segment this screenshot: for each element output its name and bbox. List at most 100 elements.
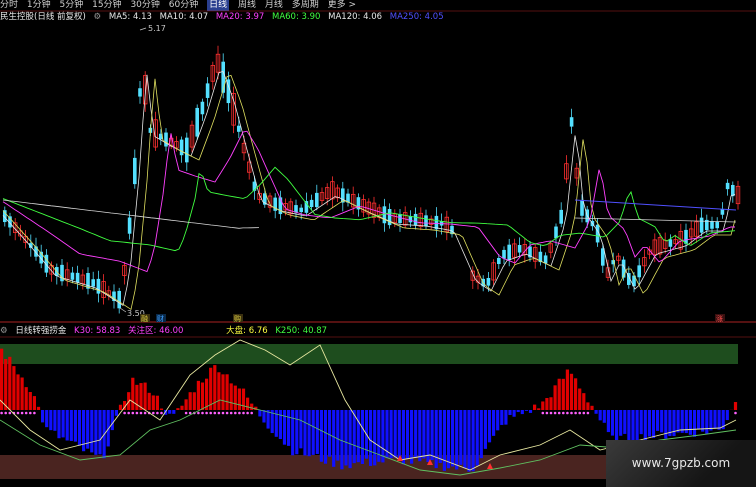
candle-body (200, 101, 205, 115)
oscillator-bar-down (475, 410, 479, 466)
oscillator-bar-up (241, 388, 246, 410)
candle-body (637, 265, 641, 278)
oscillator-bar-down (110, 410, 114, 431)
candle-body (517, 245, 522, 253)
signal-dot (578, 411, 581, 415)
candle-body (117, 290, 121, 309)
oscillator-bar-down (496, 410, 500, 431)
oscillator-bar-down (323, 410, 328, 464)
candle-body (424, 215, 428, 227)
oscillator-bar-down (360, 410, 364, 464)
oscillator-bar-down (114, 410, 118, 416)
marker-zhang[interactable]: 涨 (716, 314, 723, 323)
oscillator-bar-down (41, 410, 45, 423)
moving-average-lines (2, 70, 737, 311)
oscillator-bar-up (582, 393, 586, 410)
oscillator-bar-down (610, 410, 615, 436)
signal-dot (143, 411, 147, 415)
signal-dot (135, 411, 139, 415)
signal-dot (545, 411, 549, 415)
oscillator-bar-down (606, 410, 610, 433)
oscillator-bar-down (430, 410, 434, 461)
oscillator-bar-down (631, 410, 635, 442)
signal-dot (131, 411, 135, 415)
oscillator-bar-down (303, 410, 307, 456)
oscillator-bar-down (508, 410, 512, 415)
signal-dot (557, 411, 561, 415)
oscillator-bar-down (282, 410, 287, 445)
signal-dot (734, 411, 737, 415)
oscillator-bar-up (574, 378, 578, 410)
signal-dot (217, 411, 221, 415)
oscillator-bar-down (664, 410, 668, 439)
oscillator-bar-down (434, 410, 438, 469)
oscillator-bar-up (545, 398, 549, 410)
oscillator-bar-down (73, 410, 77, 442)
signal-dot (541, 411, 545, 415)
oscillator-bar-up (246, 397, 250, 410)
oscillator-bar-up (533, 404, 537, 410)
chart-canvas[interactable]: 5.17 3.50 融 财 购 涨 (0, 0, 756, 487)
oscillator-bar-down (369, 410, 373, 466)
candle-body (91, 279, 95, 287)
oscillator-bar-down (627, 410, 631, 442)
oscillator-bar-down (713, 410, 717, 429)
oscillator-bar-down (307, 410, 311, 457)
oscillator-bar-down (492, 410, 496, 436)
oscillator-bar-down (602, 410, 606, 423)
oscillator-bar-down (352, 410, 356, 464)
candle-body (315, 192, 319, 208)
oscillator-bar-down (401, 410, 405, 465)
oscillator-bar-down (442, 410, 446, 471)
oscillator-bar-down (49, 410, 53, 431)
oscillator-bar-down (639, 410, 643, 435)
signal-dot (197, 411, 200, 415)
oscillator-bar-down (389, 410, 393, 459)
candle-body (559, 209, 563, 224)
oscillator-bar-up (32, 396, 36, 410)
signal-dot (139, 411, 143, 415)
oscillator-bar-down (635, 410, 639, 443)
settings-icon[interactable]: ⚙ (0, 326, 8, 336)
high-price-text: 5.17 (148, 24, 166, 33)
oscillator-bar-down (422, 410, 426, 459)
oscillator-bar-up (205, 378, 209, 410)
signal-dot (123, 411, 126, 415)
signal-dot (549, 411, 553, 415)
oscillator-bar-down (258, 410, 262, 417)
oscillator-bar-up (36, 406, 41, 410)
signal-dot (4, 411, 7, 415)
oscillator-bar-up (733, 402, 738, 410)
marker-rong[interactable]: 融 (141, 314, 148, 323)
oscillator-bar-down (94, 410, 98, 455)
oscillator-bar-down (594, 410, 598, 414)
oscillator-bar-down (717, 410, 721, 430)
candle-body (507, 244, 511, 261)
candle-body (486, 278, 491, 286)
oscillator-bar-down (299, 410, 303, 449)
candle-body (164, 132, 168, 147)
oscillator-bar-up (553, 385, 557, 410)
oscillator-bar-down (65, 410, 69, 441)
oscillator-bar-up (586, 402, 590, 410)
oscillator-bar-up (4, 359, 8, 410)
oscillator-bar-down (348, 410, 352, 469)
oscillator-bar-down (69, 410, 73, 441)
oscillator-bar-up (200, 382, 205, 410)
signal-dot (201, 411, 204, 415)
marker-gou[interactable]: 购 (234, 314, 241, 323)
marker-cai[interactable]: 财 (157, 314, 164, 323)
oscillator-bar-down (528, 410, 533, 413)
signal-dot (188, 411, 192, 415)
signal-dot (156, 411, 159, 415)
sub-indicator-bar: ⚙ 日线转强捞金 K30: 58.83 关注区: 46.00 大盘: 6.76 … (0, 326, 332, 337)
oscillator-bar-down (340, 410, 344, 470)
sub-indicator-title[interactable]: 日线转强捞金 (15, 326, 66, 336)
candle-body (96, 278, 101, 294)
oscillator-bar-up (159, 408, 164, 410)
oscillator-bar-up (16, 374, 20, 410)
oscillator-bar-up (180, 405, 184, 410)
oscillator-bar-down (262, 410, 266, 423)
oscillator-bar-up (176, 408, 180, 410)
oscillator-bar-up (590, 405, 594, 410)
